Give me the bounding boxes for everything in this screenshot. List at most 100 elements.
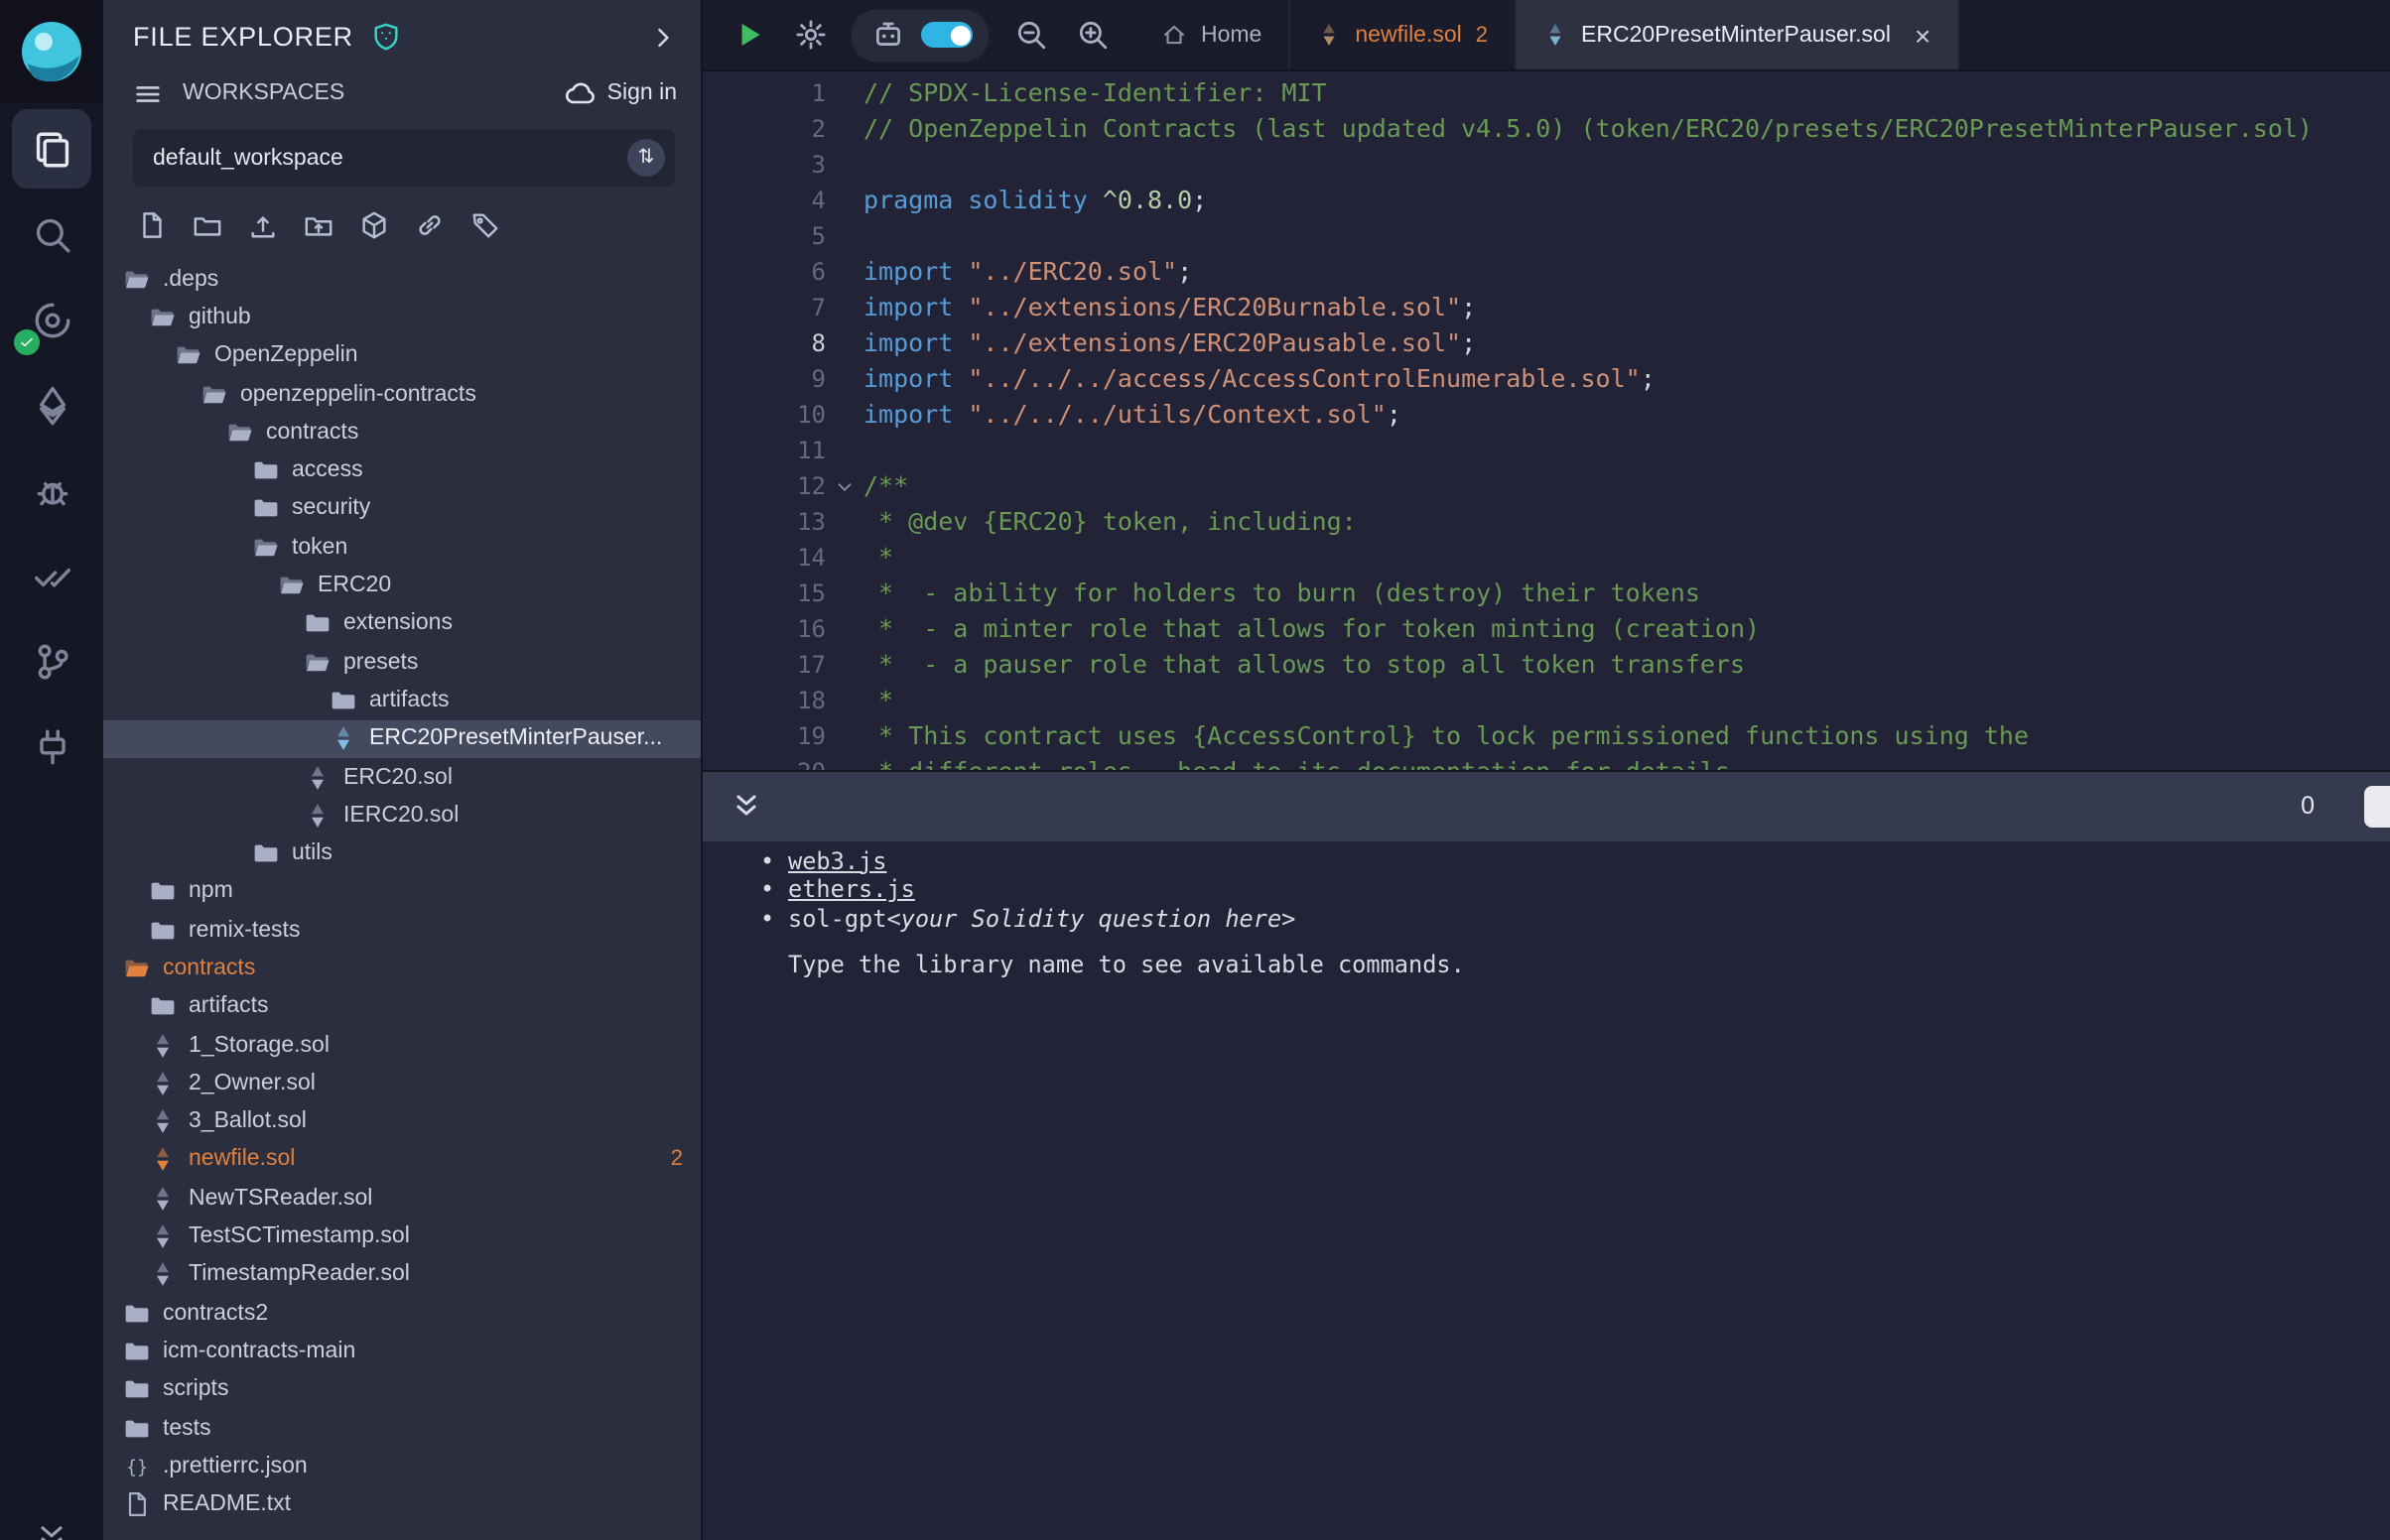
new-folder-icon[interactable] xyxy=(193,210,222,240)
code-editor[interactable]: 1// SPDX-License-Identifier: MIT2// Open… xyxy=(703,71,2390,769)
code-line-19[interactable]: 19 * This contract uses {AccessControl} … xyxy=(703,718,2390,754)
code-line-14[interactable]: 14 * xyxy=(703,540,2390,576)
tree-folder-utils[interactable]: utils xyxy=(103,834,701,873)
tree-item-label: ERC20PresetMinterPauser... xyxy=(369,726,662,750)
line-number: 10 xyxy=(703,397,826,433)
tree-folder-deps[interactable]: .deps xyxy=(103,260,701,299)
code-line-17[interactable]: 17 * - a pauser role that allows to stop… xyxy=(703,647,2390,683)
tree-folder-npm[interactable]: npm xyxy=(103,873,701,912)
close-tab-icon[interactable]: × xyxy=(1915,21,1930,49)
tree-file-ierc20-sol[interactable]: IERC20.sol xyxy=(103,796,701,834)
code-line-11[interactable]: 11 xyxy=(703,433,2390,468)
editor-toolbar xyxy=(703,0,1135,69)
tree-folder-tests[interactable]: tests xyxy=(103,1409,701,1448)
activity-deploy-and-run-icon[interactable] xyxy=(12,365,91,445)
code-line-2[interactable]: 2// OpenZeppelin Contracts (last updated… xyxy=(703,111,2390,147)
code-line-16[interactable]: 16 * - a minter role that allows for tok… xyxy=(703,611,2390,647)
activity-plugin-manager-icon[interactable] xyxy=(12,706,91,786)
tree-file-2-owner-sol[interactable]: 2_Owner.sol xyxy=(103,1064,701,1102)
code-line-8[interactable]: 8import "../extensions/ERC20Pausable.sol… xyxy=(703,325,2390,361)
load-cube-icon[interactable] xyxy=(359,210,389,240)
zoom-in-icon[interactable] xyxy=(1072,15,1112,55)
code-line-18[interactable]: 18 * xyxy=(703,683,2390,718)
code-line-7[interactable]: 7import "../extensions/ERC20Burnable.sol… xyxy=(703,290,2390,325)
code-line-10[interactable]: 10 import "../../../utils/Context.sol"; xyxy=(703,397,2390,433)
code-line-3[interactable]: 3 xyxy=(703,147,2390,183)
tree-folder-openzeppelin[interactable]: OpenZeppelin xyxy=(103,336,701,375)
workspace-select-toggle-icon[interactable]: ⇅ xyxy=(627,139,665,177)
code-text: * This contract uses {AccessControl} to … xyxy=(863,718,2029,754)
activity-search-icon[interactable] xyxy=(12,194,91,274)
terminal-control-partial[interactable] xyxy=(2364,785,2390,827)
tree-file-newtsreader-sol[interactable]: NewTSReader.sol xyxy=(103,1179,701,1218)
code-line-12[interactable]: 12/** xyxy=(703,468,2390,504)
tree-folder-erc20[interactable]: ERC20 xyxy=(103,567,701,605)
code-line-4[interactable]: 4pragma solidity ^0.8.0; xyxy=(703,183,2390,218)
code-line-6[interactable]: 6import "../ERC20.sol"; xyxy=(703,254,2390,290)
tree-folder-openzeppelin-contracts[interactable]: openzeppelin-contracts xyxy=(103,375,701,414)
tree-file-newfile-sol[interactable]: newfile.sol2 xyxy=(103,1141,701,1180)
tab-newfile-sol[interactable]: newfile.sol2 xyxy=(1289,0,1516,69)
tree-file-testsctimestamp-sol[interactable]: TestSCTimestamp.sol xyxy=(103,1218,701,1256)
run-script-icon[interactable] xyxy=(729,15,768,55)
tab-home[interactable]: Home xyxy=(1135,0,1289,69)
terminal-expand-chevrons-icon[interactable] xyxy=(730,790,762,822)
tree-folder-github[interactable]: github xyxy=(103,299,701,337)
sign-in-button[interactable]: Sign in xyxy=(564,77,677,109)
publish-tag-icon[interactable] xyxy=(470,210,500,240)
tree-folder-icm-contracts-main[interactable]: icm-contracts-main xyxy=(103,1333,701,1371)
terminal-output[interactable]: •web3.js•ethers.js•sol-gpt <your Solidit… xyxy=(703,840,2390,1540)
activity-debugger-icon[interactable] xyxy=(12,450,91,530)
tree-folder-contracts2[interactable]: contracts2 xyxy=(103,1294,701,1333)
zoom-out-icon[interactable] xyxy=(1010,15,1050,55)
script-runner-config-icon[interactable] xyxy=(790,15,830,55)
upload-folder-icon[interactable] xyxy=(304,210,333,240)
tree-file-prettierrc-json[interactable]: {}.prettierrc.json xyxy=(103,1447,701,1485)
tree-folder-remix-tests[interactable]: remix-tests xyxy=(103,911,701,950)
panel-collapse-chevron-right-icon[interactable] xyxy=(649,23,677,51)
upload-files-icon[interactable] xyxy=(248,210,278,240)
activity-solidity-compiler-icon[interactable] xyxy=(12,280,91,359)
tree-folder-extensions[interactable]: extensions xyxy=(103,604,701,643)
remix-logo[interactable] xyxy=(0,0,103,103)
activity-git-icon[interactable] xyxy=(12,621,91,701)
tab-erc20presetminterpauser-sol[interactable]: ERC20PresetMinterPauser.sol× xyxy=(1516,0,1958,69)
folder-open-icon xyxy=(252,533,280,561)
workspaces-menu-icon[interactable] xyxy=(133,78,163,108)
terminal-link[interactable]: ethers.js xyxy=(788,876,915,906)
workspace-select[interactable]: default_workspace ⇅ xyxy=(133,129,675,187)
tree-folder-access[interactable]: access xyxy=(103,451,701,490)
activity-overflow-chevrons-down-icon[interactable] xyxy=(34,1520,69,1540)
code-line-1[interactable]: 1// SPDX-License-Identifier: MIT xyxy=(703,75,2390,111)
file-explorer-header: FILE EXPLORER xyxy=(103,0,701,62)
tree-file-1-storage-sol[interactable]: 1_Storage.sol xyxy=(103,1026,701,1065)
code-line-15[interactable]: 15 * - ability for holders to burn (dest… xyxy=(703,576,2390,611)
line-number: 7 xyxy=(703,290,826,325)
activity-solidity-unit-testing-icon[interactable] xyxy=(12,536,91,615)
activity-file-explorer-icon[interactable] xyxy=(12,109,91,189)
ai-assistant-robot-icon[interactable] xyxy=(867,15,907,55)
tree-folder-scripts[interactable]: scripts xyxy=(103,1370,701,1409)
tree-folder-presets[interactable]: presets xyxy=(103,643,701,682)
tree-folder-artifacts[interactable]: artifacts xyxy=(103,987,701,1026)
tree-file-erc20-sol[interactable]: ERC20.sol xyxy=(103,758,701,797)
tree-folder-contracts[interactable]: contracts xyxy=(103,413,701,451)
tree-file-3-ballot-sol[interactable]: 3_Ballot.sol xyxy=(103,1102,701,1141)
tree-folder-security[interactable]: security xyxy=(103,490,701,529)
ai-assistant-toggle[interactable] xyxy=(921,22,973,48)
tree-file-readme-txt[interactable]: README.txt xyxy=(103,1485,701,1524)
code-text: import "../../../utils/Context.sol"; xyxy=(863,397,1401,433)
terminal-link[interactable]: web3.js xyxy=(788,846,886,876)
import-link-icon[interactable] xyxy=(415,210,445,240)
code-line-9[interactable]: 9import "../../../access/AccessControlEn… xyxy=(703,361,2390,397)
code-line-5[interactable]: 5 xyxy=(703,218,2390,254)
tree-folder-token[interactable]: token xyxy=(103,528,701,567)
tree-file-erc20presetminterpauser[interactable]: ERC20PresetMinterPauser... xyxy=(103,719,701,758)
new-file-icon[interactable] xyxy=(137,210,167,240)
tree-file-timestampreader-sol[interactable]: TimestampReader.sol xyxy=(103,1255,701,1294)
tree-folder-artifacts[interactable]: artifacts xyxy=(103,682,701,720)
code-line-20[interactable]: 20 * different roles - head to its docum… xyxy=(703,754,2390,769)
fold-chevron-down-icon[interactable] xyxy=(826,475,863,497)
tree-folder-contracts[interactable]: contracts xyxy=(103,950,701,988)
code-line-13[interactable]: 13 * @dev {ERC20} token, including: xyxy=(703,504,2390,540)
